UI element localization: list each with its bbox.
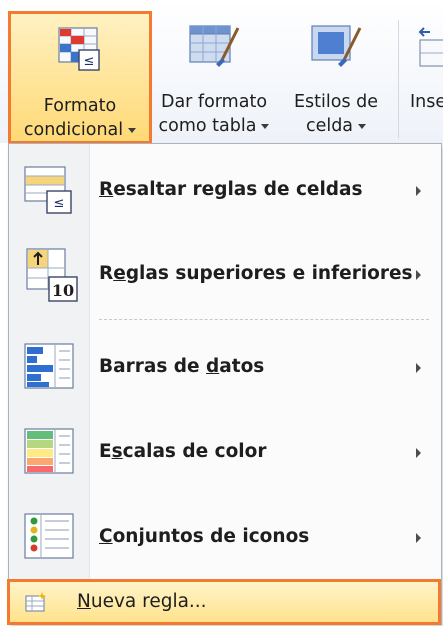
top-bottom-rules-icon: 10 <box>23 247 79 307</box>
submenu-arrow-icon <box>416 533 421 543</box>
dropdown-caret-icon <box>261 123 270 129</box>
insert-cells-icon <box>412 20 443 77</box>
format-as-table-button[interactable]: Dar formato como tabla <box>152 10 276 140</box>
cell-styles-label-2: celda <box>305 116 354 136</box>
menu-item-label: Nueva regla... <box>77 591 207 612</box>
ribbon-separator <box>398 20 399 138</box>
conditional-format-label-2: condicional <box>23 120 124 140</box>
dropdown-caret-icon <box>128 127 137 133</box>
conditional-format-label-1: Formato <box>43 96 117 116</box>
cell-styles-icon <box>308 20 364 79</box>
menu-item-icon-sets[interactable]: Conjuntos de iconos <box>9 496 441 580</box>
submenu-arrow-icon <box>416 186 421 196</box>
format-as-table-label-2: como tabla <box>158 116 257 136</box>
cell-styles-button[interactable]: Estilos de celda <box>284 10 388 140</box>
conditional-format-menu: ≤ Resaltar reglas de celdas 10 Reglas su… <box>7 143 442 625</box>
highlight-cells-rules-icon: ≤ <box>23 163 77 221</box>
svg-text:≤: ≤ <box>84 54 95 69</box>
dropdown-caret-icon <box>358 123 367 129</box>
menu-item-label: Conjuntos de iconos <box>99 526 310 547</box>
menu-item-highlight-cells-rules[interactable]: ≤ Resaltar reglas de celdas <box>9 149 441 233</box>
conditional-format-icon: ≤ <box>57 24 103 81</box>
menu-item-label: Reglas superiores e inferiores <box>99 263 413 284</box>
menu-item-top-bottom-rules[interactable]: 10 Reglas superiores e inferiores <box>9 233 441 317</box>
format-as-table-label-1: Dar formato <box>160 92 268 112</box>
cell-styles-label-1: Estilos de <box>293 92 379 112</box>
menu-item-label: Barras de datos <box>99 356 265 377</box>
conditional-format-button[interactable]: ≤ Formato condicional <box>8 11 152 144</box>
menu-item-color-scales[interactable]: Escalas de color <box>9 411 441 495</box>
insert-label: Inse <box>410 92 443 112</box>
data-bars-icon <box>23 340 77 398</box>
menu-item-label: Resaltar reglas de celdas <box>99 179 363 200</box>
submenu-arrow-icon <box>416 363 421 373</box>
color-scales-icon <box>23 425 77 483</box>
submenu-arrow-icon <box>416 270 421 280</box>
icon-sets-icon <box>23 510 77 568</box>
format-as-table-icon <box>186 20 242 79</box>
svg-text:10: 10 <box>52 281 74 300</box>
ribbon-styles-group: ≤ Formato condicional Dar formato como t… <box>0 0 443 144</box>
svg-text:≤: ≤ <box>54 196 65 211</box>
menu-item-data-bars[interactable]: Barras de datos <box>9 326 441 410</box>
insert-button[interactable]: Inse <box>404 10 443 140</box>
menu-item-label: Escalas de color <box>99 441 267 462</box>
menu-separator <box>99 319 429 320</box>
new-rule-icon <box>24 591 48 617</box>
submenu-arrow-icon <box>416 448 421 458</box>
menu-item-new-rule[interactable]: Nueva regla... <box>7 579 441 625</box>
